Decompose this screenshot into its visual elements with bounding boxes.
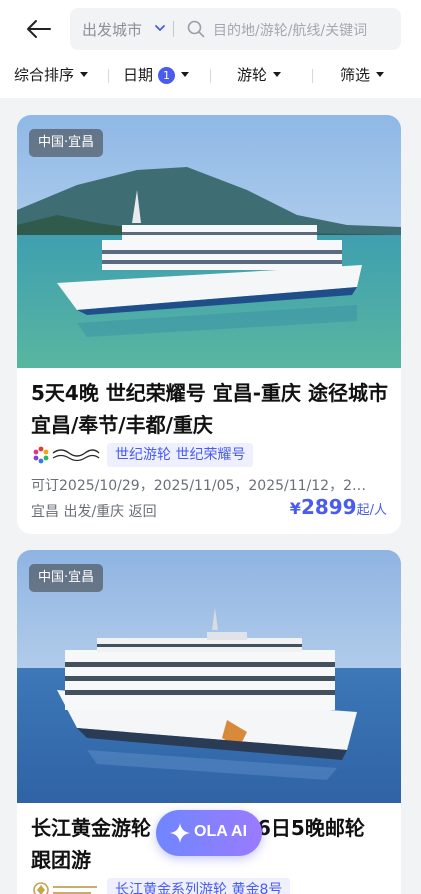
departure-city-select[interactable]: 出发城市: [82, 19, 142, 40]
caret-down-icon: [273, 72, 282, 77]
brand-tag: 世纪游轮 世纪荣耀号: [107, 443, 254, 467]
caret-down-icon: [181, 72, 190, 77]
date-label: 日期: [123, 66, 154, 84]
sort-label: 综合排序: [14, 66, 75, 84]
ai-assistant-label: OLA AI: [194, 823, 248, 840]
sort-dropdown[interactable]: 综合排序: [14, 64, 89, 85]
cruise-card[interactable]: 中国·宜昌 5天4晚 世纪荣耀号 宜昌-重庆 途径城市 宜昌/奉节/丰都/重庆 …: [17, 115, 401, 534]
date-count-badge: 1: [158, 67, 176, 84]
golden-cruises-logo: [31, 878, 103, 894]
filter-dropdown[interactable]: 筛选: [340, 64, 385, 85]
chevron-down-icon: [155, 25, 165, 31]
available-dates: 可订2025/10/29，2025/11/05，2025/11/12，2…: [31, 478, 366, 494]
ship-label: 游轮: [237, 66, 268, 84]
brand-row: 世纪游轮 世纪荣耀号: [31, 443, 391, 467]
cruise-title-part: 6日5晚邮轮: [257, 816, 365, 840]
divider: [210, 69, 211, 83]
divider: [312, 69, 313, 83]
price: ¥2899起/人: [290, 495, 387, 519]
search-input[interactable]: 目的地/游轮/航线/关键词: [213, 20, 367, 40]
route-info: 宜昌 出发/重庆 返回: [31, 504, 157, 520]
price-suffix: 起/人: [356, 503, 387, 518]
cruise-title-part: 长江黄金游轮: [31, 816, 151, 840]
search-icon: [187, 20, 205, 38]
top-bar: 出发城市 目的地/游轮/航线/关键词 综合排序 日期 1 游轮 筛选: [0, 0, 421, 98]
back-arrow-icon[interactable]: [24, 14, 54, 44]
sparkle-icon: [170, 823, 190, 843]
search-box[interactable]: 出发城市 目的地/游轮/航线/关键词: [70, 8, 401, 50]
location-tag: 中国·宜昌: [29, 564, 104, 592]
filter-bar: 综合排序 日期 1 游轮 筛选: [0, 60, 421, 90]
cruise-title: 5天4晚 世纪荣耀号 宜昌-重庆 途径城市 宜昌/奉节/丰都/重庆: [31, 381, 389, 437]
divider: [173, 21, 174, 37]
divider: [108, 69, 109, 83]
price-currency: ¥: [289, 499, 301, 518]
search-row: 出发城市 目的地/游轮/航线/关键词: [0, 8, 421, 50]
brand-row: 长江黄金系列游轮 黄金8号: [31, 878, 391, 894]
location-tag: 中国·宜昌: [29, 129, 104, 157]
filter-label: 筛选: [340, 66, 371, 84]
caret-down-icon: [376, 72, 385, 77]
cruise-title-part: 跟团游: [31, 848, 91, 872]
ship-dropdown[interactable]: 游轮: [237, 64, 282, 85]
ai-assistant-button[interactable]: OLA AI: [156, 810, 262, 856]
date-dropdown[interactable]: 日期 1: [123, 64, 190, 85]
century-cruises-logo: [31, 443, 103, 467]
caret-down-icon: [80, 72, 89, 77]
price-value: 2899: [300, 495, 357, 519]
brand-tag: 长江黄金系列游轮 黄金8号: [107, 878, 291, 894]
